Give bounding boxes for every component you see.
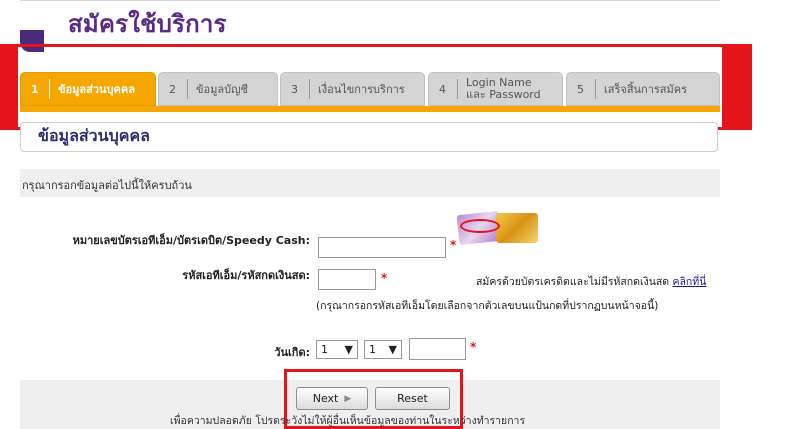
step-number: 1	[31, 82, 39, 96]
debit-card-image	[496, 213, 538, 243]
section-title: ข้อมูลส่วนบุคคล	[38, 126, 150, 145]
step-tab-account-info[interactable]: 2 ข้อมูลบัญชี	[158, 72, 278, 106]
click-here-link[interactable]: คลิกที่นี่	[672, 276, 706, 288]
reset-button-label: Reset	[397, 392, 428, 405]
dob-label: วันเกิด:	[274, 346, 310, 359]
step-number: 3	[291, 82, 298, 96]
reset-button[interactable]: Reset	[375, 387, 450, 410]
required-mark: *	[381, 271, 388, 285]
step-label: ข้อมูลส่วนบุคคล	[58, 83, 135, 96]
step-label: Login Name และ Password	[466, 77, 541, 101]
step-separator	[187, 79, 188, 99]
required-mark: *	[450, 238, 457, 252]
step-number: 5	[577, 82, 584, 96]
required-mark: *	[470, 340, 477, 354]
pin-label: รหัสเอทีเอ็ม/รหัสกดเงินสด:	[182, 269, 310, 282]
triangle-down-icon: ▼	[388, 343, 397, 356]
step-number: 4	[439, 82, 446, 96]
next-button-label: Next	[312, 392, 339, 405]
pin-help-text: (กรุณากรอกรหัสเอทีเอ็มโดยเลือกจากตัวเลขบ…	[316, 300, 659, 312]
card-number-input[interactable]	[318, 237, 446, 258]
pin-input[interactable]	[318, 269, 376, 290]
security-footnote: เพื่อความปลอดภัย โปรดระวังไม่ให้ผู้อื่นเ…	[170, 415, 526, 427]
instruction-text: กรุณากรอกข้อมูลต่อไปนี้ให้ครบถ้วน	[22, 179, 192, 192]
step-separator	[595, 79, 596, 99]
step-tab-terms[interactable]: 3 เงื่อนไขการบริการ	[280, 72, 425, 106]
triangle-down-icon: ▼	[344, 343, 353, 356]
step-label-line2: และ Password	[466, 88, 541, 101]
dob-month-value: 1	[369, 343, 376, 356]
dob-year-input[interactable]	[409, 338, 466, 360]
page-title: สมัครใช้บริการ	[68, 10, 227, 38]
dob-day-select[interactable]: 1 ▼	[316, 340, 358, 359]
step-tab-complete[interactable]: 5 เสร็จสิ้นการสมัคร	[566, 72, 720, 106]
top-divider	[20, 0, 720, 1]
step-tab-login[interactable]: 4 Login Name และ Password	[428, 72, 563, 106]
credit-card-option: สมัครด้วยบัตรเครดิตและไม่มีรหัสกดเงินสด …	[476, 273, 706, 290]
credit-card-text: สมัครด้วยบัตรเครดิตและไม่มีรหัสกดเงินสด	[476, 276, 670, 288]
step-number: 2	[169, 82, 176, 96]
dob-month-select[interactable]: 1 ▼	[364, 340, 402, 359]
step-label: ข้อมูลบัญชี	[196, 83, 248, 96]
step-separator	[309, 79, 310, 99]
step-separator	[49, 79, 50, 99]
step-tab-personal-info[interactable]: 1 ข้อมูลส่วนบุคคล	[20, 72, 156, 106]
step-label: เงื่อนไขการบริการ	[318, 83, 405, 96]
step-separator	[457, 79, 458, 99]
card-number-highlight-ring	[460, 219, 500, 233]
step-progress-bar	[20, 106, 720, 112]
dob-day-value: 1	[321, 343, 328, 356]
next-button[interactable]: Next ▶	[296, 387, 368, 410]
triangle-right-icon: ▶	[344, 393, 352, 404]
card-number-label: หมายเลขบัตรเอทีเอ็ม/บัตรเดบิต/Speedy Cas…	[72, 234, 310, 247]
step-label: เสร็จสิ้นการสมัคร	[604, 83, 688, 96]
